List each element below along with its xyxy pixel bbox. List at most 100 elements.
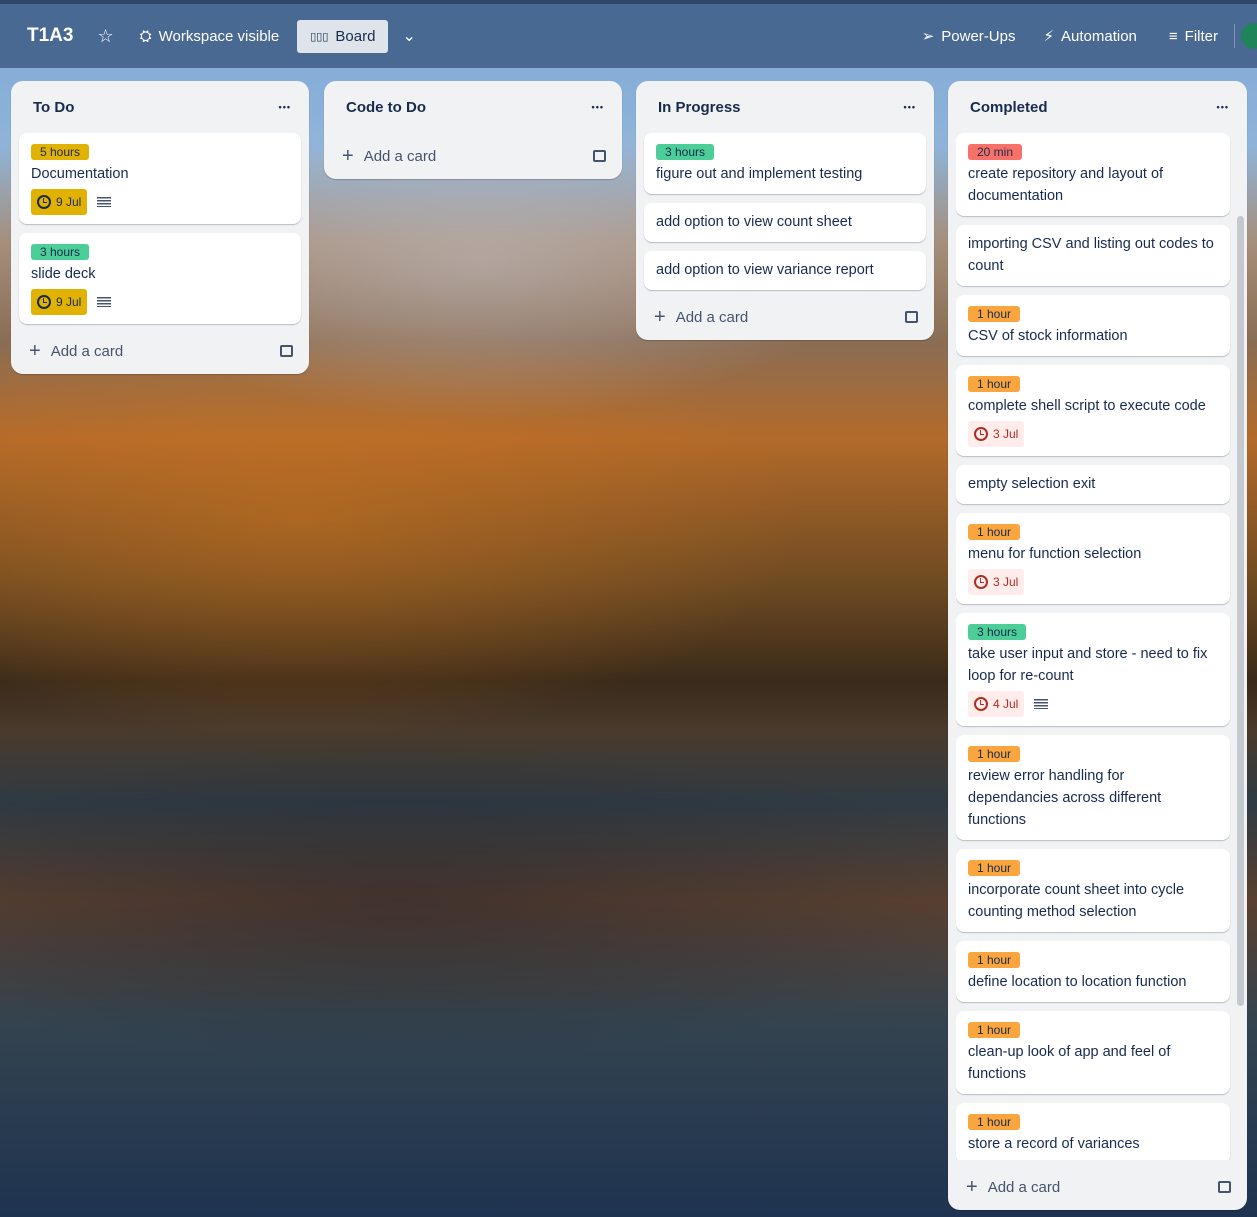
card-template-icon[interactable]: [1218, 1181, 1231, 1193]
card-label: 1 hour: [968, 524, 1021, 540]
card-template-icon[interactable]: [905, 311, 918, 323]
description-icon: [97, 297, 112, 307]
list-title[interactable]: Completed: [970, 99, 1048, 116]
filter-icon: ≡: [1168, 27, 1178, 45]
due-date-badge[interactable]: 3 Jul: [968, 421, 1025, 447]
list-menu-icon[interactable]: •••: [1217, 102, 1229, 112]
card-title: slide deck: [31, 266, 96, 282]
board-title[interactable]: T1A3: [27, 25, 73, 47]
card-title: add option to view count sheet: [656, 214, 852, 230]
member-avatar[interactable]: [1241, 23, 1257, 49]
card[interactable]: 3 hours figure out and implement testing: [644, 133, 926, 194]
card[interactable]: 1 hour review error handling for dependan…: [956, 735, 1230, 840]
card-label: 1 hour: [968, 1114, 1021, 1130]
card[interactable]: importing CSV and listing out codes to c…: [956, 225, 1230, 286]
add-card-row: + Add a card: [332, 133, 614, 179]
card[interactable]: add option to view count sheet: [644, 203, 926, 242]
list-title[interactable]: Code to Do: [346, 99, 426, 116]
board-view-label: Board: [335, 27, 376, 45]
card-badges: 9 Jul: [31, 189, 289, 215]
clock-icon: [37, 295, 51, 309]
list-to-do: To Do ••• 5 hours Documentation 9 Jul 3 hours…: [11, 81, 309, 374]
views-chevron-down-icon[interactable]: ⌄: [402, 26, 415, 46]
card[interactable]: 5 hours Documentation 9 Jul: [19, 133, 301, 224]
card-title: empty selection exit: [968, 476, 1096, 492]
card-list: 5 hours Documentation 9 Jul 3 hours slide de…: [19, 133, 301, 324]
card[interactable]: empty selection exit: [956, 465, 1230, 504]
add-card-label: Add a card: [363, 147, 437, 165]
add-card-row: + Add a card: [956, 1164, 1239, 1210]
list-title[interactable]: In Progress: [658, 99, 741, 116]
plus-icon: +: [342, 144, 354, 167]
automation-button[interactable]: ⚡ Automation: [1043, 27, 1137, 46]
add-card-button[interactable]: + Add a card: [29, 340, 123, 363]
card-template-icon[interactable]: [593, 150, 606, 162]
card-badges: 4 Jul: [968, 691, 1218, 717]
due-date-badge[interactable]: 3 Jul: [968, 569, 1025, 595]
list-scrollbar[interactable]: [1237, 216, 1244, 1006]
board-header: T1A3 ☆ ⛭ Workspace visible ▯▯▯ Board ⌄ ➢ Po…: [0, 4, 1257, 68]
add-card-button[interactable]: + Add a card: [342, 145, 436, 168]
card-title: review error handling for dependancies a…: [968, 768, 1162, 828]
card[interactable]: 1 hour define location to location functi…: [956, 941, 1230, 1002]
visibility-button[interactable]: ⛭ Workspace visible: [140, 28, 280, 45]
due-date-badge[interactable]: 9 Jul: [31, 289, 88, 315]
list-menu-icon[interactable]: •••: [904, 102, 916, 112]
description-icon: [1034, 699, 1049, 709]
due-date: 9 Jul: [56, 195, 82, 209]
card[interactable]: 1 hour complete shell script to execute c…: [956, 365, 1230, 456]
lightning-icon: ⚡: [1043, 28, 1054, 45]
card-badges: 9 Jul: [31, 289, 289, 315]
card[interactable]: 1 hour menu for function selection 3 Jul: [956, 513, 1230, 604]
card-title: take user input and store - need to fix …: [968, 646, 1208, 684]
rocket-icon: ➢: [921, 28, 935, 45]
power-ups-button[interactable]: ➢ Power-Ups: [921, 27, 1016, 46]
card-label: 1 hour: [968, 746, 1021, 762]
due-date: 9 Jul: [56, 295, 82, 309]
card[interactable]: 20 min create repository and layout of do…: [956, 133, 1230, 216]
plus-icon: +: [654, 305, 666, 328]
list-title[interactable]: To Do: [33, 99, 74, 116]
list-menu-icon[interactable]: •••: [279, 102, 291, 112]
card[interactable]: 1 hour store a record of variances: [956, 1103, 1230, 1160]
due-date: 4 Jul: [993, 697, 1019, 711]
list-in-progress: In Progress ••• 3 hours figure out and impl…: [636, 81, 934, 340]
filter-button[interactable]: ≡ Filter: [1169, 28, 1218, 45]
card-title: clean-up look of app and feel of functio…: [968, 1044, 1171, 1082]
due-date-badge[interactable]: 4 Jul: [968, 691, 1025, 717]
list-header: Completed •••: [956, 81, 1239, 133]
power-ups-label: Power-Ups: [941, 27, 1016, 45]
card[interactable]: 3 hours slide deck 9 Jul: [19, 233, 301, 324]
add-card-button[interactable]: + Add a card: [654, 306, 748, 329]
add-card-label: Add a card: [987, 1178, 1061, 1196]
card[interactable]: 1 hour CSV of stock information: [956, 295, 1230, 356]
card-label: 1 hour: [968, 376, 1021, 392]
add-card-button[interactable]: + Add a card: [966, 1176, 1060, 1199]
people-icon: ⛭: [139, 27, 152, 45]
automation-label: Automation: [1061, 27, 1137, 45]
card-label: 20 min: [968, 144, 1023, 160]
due-date-badge[interactable]: 9 Jul: [31, 189, 88, 215]
card-template-icon[interactable]: [280, 345, 293, 357]
card-badges: 3 Jul: [968, 569, 1218, 595]
star-icon[interactable]: ☆: [97, 26, 113, 47]
add-card-label: Add a card: [50, 342, 124, 360]
card[interactable]: add option to view variance report: [644, 251, 926, 290]
filter-label: Filter: [1184, 27, 1218, 45]
card-title: CSV of stock information: [968, 328, 1128, 344]
card[interactable]: 1 hour clean-up look of app and feel of f…: [956, 1011, 1230, 1094]
board-view-button[interactable]: ▯▯▯ Board: [297, 19, 389, 53]
add-card-row: + Add a card: [19, 328, 301, 374]
card-title: incorporate count sheet into cycle count…: [968, 882, 1185, 920]
card[interactable]: 3 hours take user input and store - need …: [956, 613, 1230, 726]
card-title: importing CSV and listing out codes to c…: [968, 236, 1214, 274]
card-label: 1 hour: [968, 1022, 1021, 1038]
list-menu-icon[interactable]: •••: [592, 102, 604, 112]
clock-icon: [974, 575, 988, 589]
card-title: store a record of variances: [968, 1136, 1140, 1152]
card[interactable]: 1 hour incorporate count sheet into cycle…: [956, 849, 1230, 932]
card-list: 3 hours figure out and implement testing a…: [644, 133, 926, 290]
list-code-to-do: Code to Do ••• + Add a card: [324, 81, 622, 179]
card-badges: 3 Jul: [968, 421, 1218, 447]
card-label: 5 hours: [31, 144, 90, 160]
